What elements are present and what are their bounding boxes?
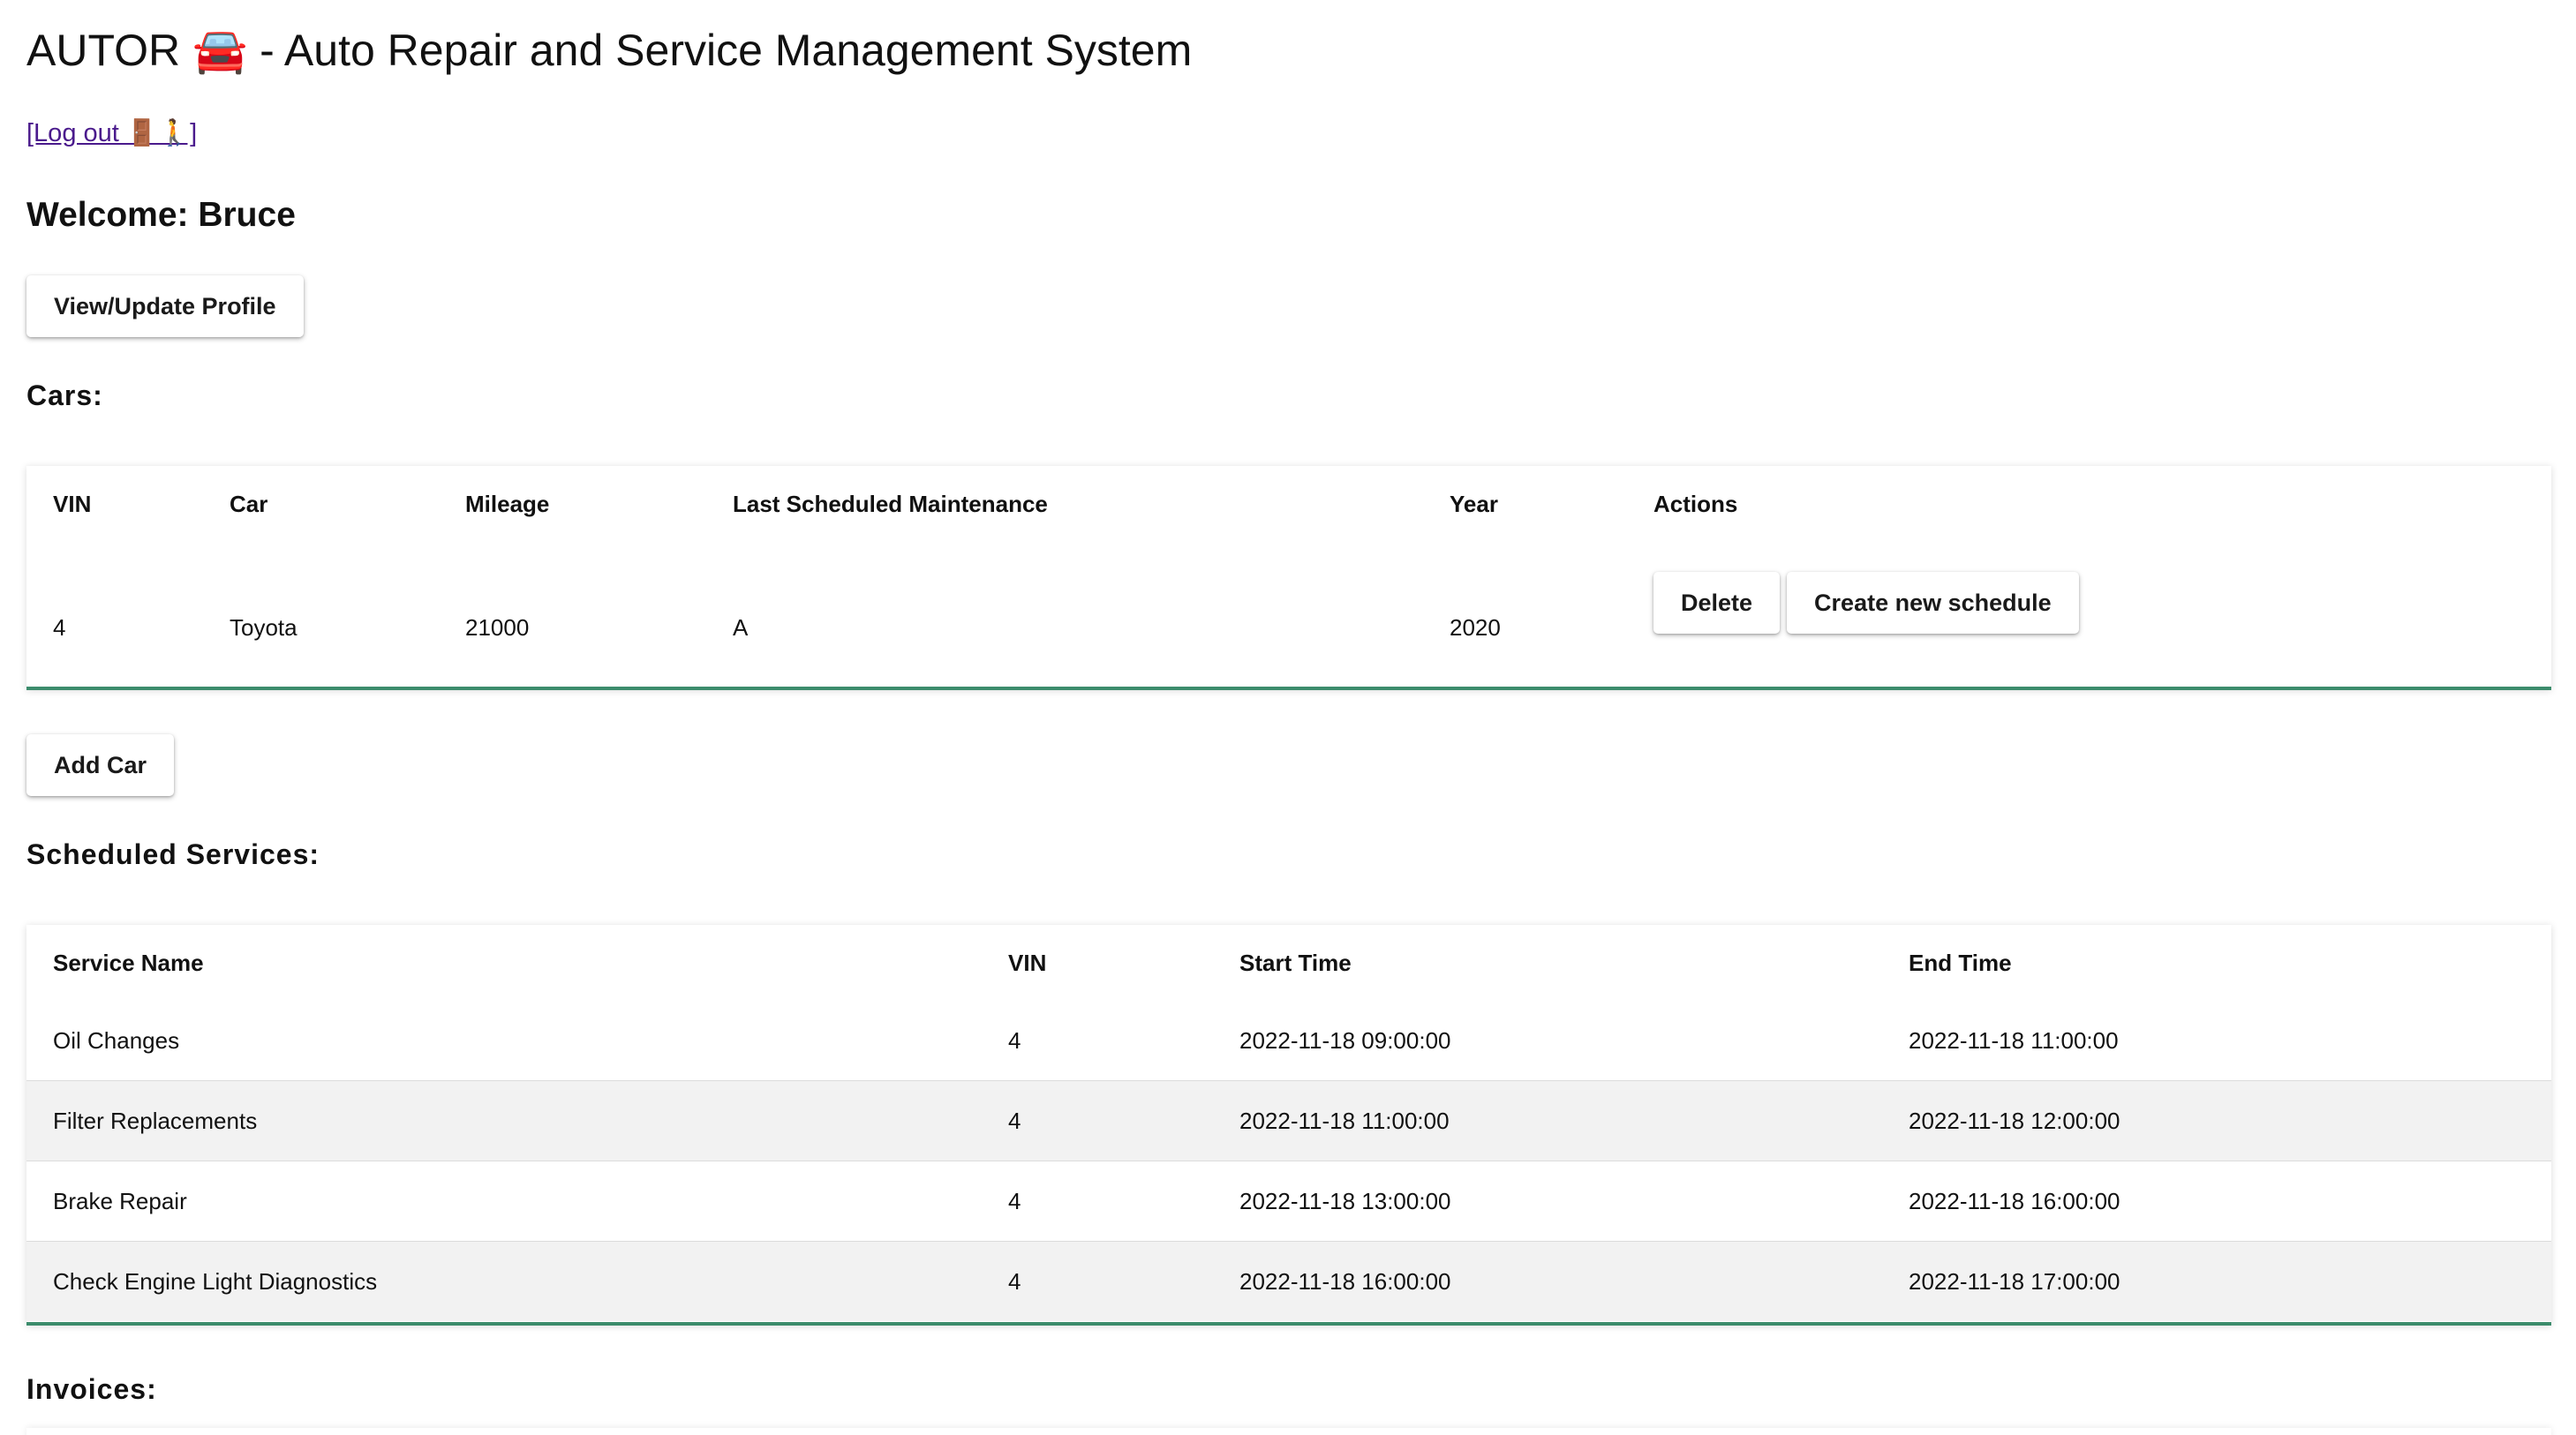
service-end-time: 2022-11-18 11:00:00 <box>1909 1026 2119 1054</box>
services-table: Service Name VIN Start Time End Time Oil… <box>26 925 2551 1321</box>
service-name: Oil Changes <box>53 1026 180 1054</box>
cars-heading: Cars: <box>26 379 103 411</box>
car-vin: 4 <box>53 613 66 641</box>
column-header-actions: Actions <box>1653 490 1738 517</box>
column-header-year: Year <box>1450 490 1498 517</box>
service-end-time: 2022-11-18 17:00:00 <box>1882 1241 2551 1321</box>
table-row: Brake Repair 4 2022-11-18 13:00:00 2022-… <box>26 1161 2551 1242</box>
service-start-time: 2022-11-18 11:00:00 <box>1213 1080 1882 1161</box>
create-schedule-button[interactable]: Create new schedule <box>1787 572 2079 634</box>
table-row: Oil Changes 4 2022-11-18 09:00:00 2022-1… <box>26 1001 2551 1081</box>
service-end-time: 2022-11-18 16:00:00 <box>1882 1161 2551 1242</box>
table-row: 4 Toyota 21000 A 2020 Delete Create new s… <box>26 542 2551 713</box>
services-header-row: Service Name VIN Start Time End Time <box>26 925 2551 1001</box>
cars-table: VIN Car Mileage Last Scheduled Maintenan… <box>26 466 2551 713</box>
view-update-profile-button[interactable]: View/Update Profile <box>26 275 304 337</box>
service-start-time: 2022-11-18 16:00:00 <box>1213 1241 1882 1321</box>
column-header-last-maintenance: Last Scheduled Maintenance <box>733 490 1048 517</box>
cars-header-row: VIN Car Mileage Last Scheduled Maintenan… <box>26 466 2551 542</box>
column-header-service-name: Service Name <box>53 949 204 976</box>
service-end-time: 2022-11-18 12:00:00 <box>1882 1080 2551 1161</box>
cars-table-card: VIN Car Mileage Last Scheduled Maintenan… <box>26 466 2551 690</box>
car-last-maintenance: A <box>733 613 749 641</box>
column-header-end-time: End Time <box>1909 949 2012 976</box>
services-table-card: Service Name VIN Start Time End Time Oil… <box>26 925 2551 1326</box>
service-vin: 4 <box>982 1080 1213 1161</box>
add-car-button[interactable]: Add Car <box>26 734 175 796</box>
column-header-car: Car <box>230 490 268 517</box>
car-make: Toyota <box>230 613 298 641</box>
column-header-vin: VIN <box>53 490 92 517</box>
invoices-table-card <box>26 1428 2551 1435</box>
column-header-mileage: Mileage <box>465 490 550 517</box>
table-row: Filter Replacements 4 2022-11-18 11:00:0… <box>26 1080 2551 1161</box>
service-start-time: 2022-11-18 09:00:00 <box>1239 1026 1451 1054</box>
service-vin: 4 <box>982 1161 1213 1242</box>
logout-link[interactable]: [Log out 🚪🚶] <box>26 118 197 148</box>
service-start-time: 2022-11-18 13:00:00 <box>1213 1161 1882 1242</box>
welcome-heading: Welcome: Bruce <box>26 196 296 234</box>
table-row: Check Engine Light Diagnostics 4 2022-11… <box>26 1241 2551 1321</box>
car-actions: Delete Create new schedule <box>1627 542 2551 713</box>
invoices-heading: Invoices: <box>26 1373 157 1405</box>
service-name: Check Engine Light Diagnostics <box>26 1241 982 1321</box>
scheduled-services-heading: Scheduled Services: <box>26 838 320 870</box>
service-vin: 4 <box>1008 1026 1021 1054</box>
column-header-vin: VIN <box>1008 949 1047 976</box>
column-header-start-time: Start Time <box>1239 949 1352 976</box>
car-year: 2020 <box>1450 613 1501 641</box>
car-mileage: 21000 <box>465 613 530 641</box>
app-title: AUTOR 🚘 - Auto Repair and Service Manage… <box>26 26 1193 75</box>
delete-car-button[interactable]: Delete <box>1653 572 1781 634</box>
service-name: Filter Replacements <box>26 1080 982 1161</box>
service-name: Brake Repair <box>26 1161 982 1242</box>
service-vin: 4 <box>982 1241 1213 1321</box>
